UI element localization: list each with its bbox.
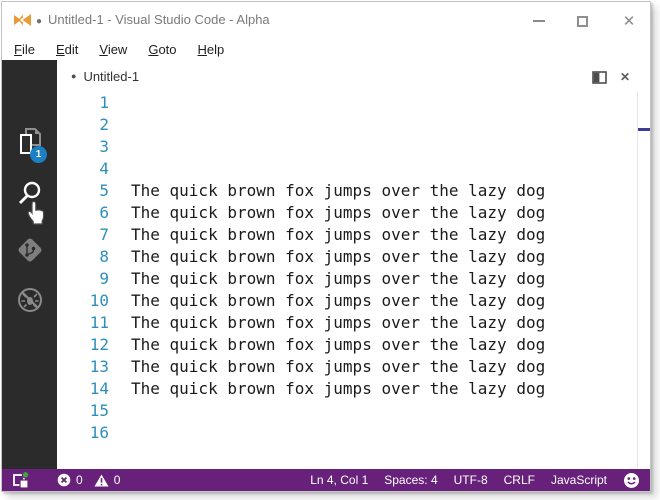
overview-ruler-cursor-marker [638, 128, 650, 131]
editor-line[interactable]: 16 [57, 422, 637, 444]
line-number: 14 [89, 379, 109, 398]
editor-line[interactable]: 15 [57, 400, 637, 422]
editor-line[interactable]: 7 The quick brown fox jumps over the lazy… [57, 224, 637, 246]
source-control-git-icon [15, 235, 45, 270]
activity-debug-button[interactable] [2, 284, 57, 320]
line-number: 9 [99, 269, 109, 288]
split-editor-icon [591, 70, 607, 84]
line-number: 5 [99, 181, 109, 200]
indentation-indicator[interactable]: Spaces: 4 [384, 473, 437, 487]
editor-scrollbar[interactable] [637, 92, 650, 469]
status-bar: 0 0 Ln 4, Col 1 Spaces: 4 UTF-8 CRLF Jav… [2, 469, 650, 491]
line-text: The quick brown fox jumps over the lazy … [131, 247, 546, 266]
menu-goto[interactable]: Goto [148, 42, 176, 57]
error-count: 0 [76, 473, 83, 487]
editor-line[interactable]: 11 The quick brown fox jumps over the laz… [57, 312, 637, 334]
line-number: 13 [89, 357, 109, 376]
activity-bar: 1 [2, 60, 57, 469]
menu-view[interactable]: View [99, 42, 127, 57]
line-number: 12 [89, 335, 109, 354]
code-editor[interactable]: 1 2 3 4 5 The quick brown fox jumps over … [57, 92, 637, 469]
editor-line[interactable]: 6 The quick brown fox jumps over the lazy… [57, 202, 637, 224]
menu-help[interactable]: Help [198, 42, 225, 57]
line-number: 16 [89, 423, 109, 442]
window-title: ● Untitled-1 - Visual Studio Code - Alpha [36, 12, 270, 27]
warning-count: 0 [113, 473, 121, 487]
line-number: 4 [99, 159, 109, 178]
line-text: The quick brown fox jumps over the lazy … [131, 181, 546, 200]
activity-source-control-button[interactable] [2, 234, 57, 270]
menu-file[interactable]: File [14, 42, 35, 57]
line-number: 10 [89, 291, 109, 310]
line-text [119, 422, 131, 444]
line-number: 15 [89, 401, 109, 420]
line-text: The quick brown fox jumps over the lazy … [131, 379, 546, 398]
tab-dirty-indicator: ● [71, 71, 77, 81]
editor-line[interactable]: 1 [57, 92, 637, 114]
update-available-icon [13, 470, 30, 489]
editor-line[interactable]: 2 [57, 114, 637, 136]
tab-label: Untitled-1 [83, 68, 140, 84]
tab-bar: ● Untitled-1 ✕ [57, 60, 650, 92]
activity-explorer-button[interactable]: 1 [2, 124, 57, 164]
line-text: The quick brown fox jumps over the lazy … [131, 269, 546, 288]
editor-line[interactable]: 3 [57, 136, 637, 158]
line-text: The quick brown fox jumps over the lazy … [131, 335, 546, 354]
editor-line[interactable]: 8 The quick brown fox jumps over the lazy… [57, 246, 637, 268]
line-number: 6 [99, 203, 109, 222]
line-number: 11 [89, 313, 109, 332]
minimize-icon [533, 20, 545, 22]
line-number: 7 [99, 225, 109, 244]
line-text: The quick brown fox jumps over the lazy … [131, 357, 546, 376]
mouse-hand-pointer-icon [26, 200, 47, 231]
editor-line[interactable]: 12 The quick brown fox jumps over the laz… [57, 334, 637, 356]
tab-untitled-1[interactable]: ● Untitled-1 [71, 60, 139, 92]
line-text [119, 114, 131, 136]
cursor-position-indicator[interactable]: Ln 4, Col 1 [310, 473, 368, 487]
explorer-badge: 1 [30, 146, 47, 163]
encoding-indicator[interactable]: UTF-8 [454, 473, 488, 487]
error-icon [57, 473, 71, 487]
feedback-smiley-icon [624, 472, 639, 488]
line-number: 2 [99, 115, 109, 134]
editor-line[interactable]: 10 The quick brown fox jumps over the laz… [57, 290, 637, 312]
editor-line[interactable]: 14 The quick brown fox jumps over the laz… [57, 378, 637, 400]
line-number: 1 [99, 93, 109, 112]
vscode-window: ● Untitled-1 - Visual Studio Code - Alpha… [1, 1, 651, 492]
feedback-smiley-button[interactable] [623, 472, 640, 489]
line-text [119, 400, 131, 422]
minimize-button[interactable] [528, 10, 550, 32]
line-text: The quick brown fox jumps over the lazy … [131, 203, 546, 222]
line-text: The quick brown fox jumps over the lazy … [131, 225, 546, 244]
no-bug-debug-icon [16, 286, 44, 319]
maximize-icon [576, 15, 588, 27]
menu-bar: File Edit View Goto Help [2, 38, 650, 60]
editor-line[interactable]: 4 [57, 158, 637, 180]
language-mode-indicator[interactable]: JavaScript [551, 473, 607, 487]
line-text: The quick brown fox jumps over the lazy … [131, 313, 546, 332]
menu-edit[interactable]: Edit [56, 42, 78, 57]
line-number: 3 [99, 137, 109, 156]
line-text [119, 158, 131, 180]
line-number: 8 [99, 247, 109, 266]
close-tab-button[interactable]: ✕ [616, 68, 634, 86]
line-text: The quick brown fox jumps over the lazy … [131, 291, 546, 310]
editor-line[interactable]: 9 The quick brown fox jumps over the lazy… [57, 268, 637, 290]
editor-line[interactable]: 5 The quick brown fox jumps over the lazy… [57, 180, 637, 202]
split-editor-button[interactable] [590, 68, 608, 86]
update-available-button[interactable] [12, 470, 31, 490]
close-window-button[interactable]: ✕ [618, 10, 640, 32]
warning-icon [94, 474, 109, 486]
line-text [119, 92, 131, 114]
title-bar: ● Untitled-1 - Visual Studio Code - Alpha… [2, 2, 650, 38]
eol-indicator[interactable]: CRLF [504, 473, 535, 487]
maximize-button[interactable] [571, 10, 593, 32]
problems-indicator[interactable]: 0 0 [57, 473, 126, 487]
visual-studio-logo-icon [14, 12, 31, 33]
editor-group: ● Untitled-1 ✕ 1 2 3 4 5 The quick brown … [57, 60, 650, 469]
editor-line[interactable]: 13 The quick brown fox jumps over the laz… [57, 356, 637, 378]
title-dirty-indicator: ● [36, 16, 43, 27]
line-text [119, 136, 131, 158]
